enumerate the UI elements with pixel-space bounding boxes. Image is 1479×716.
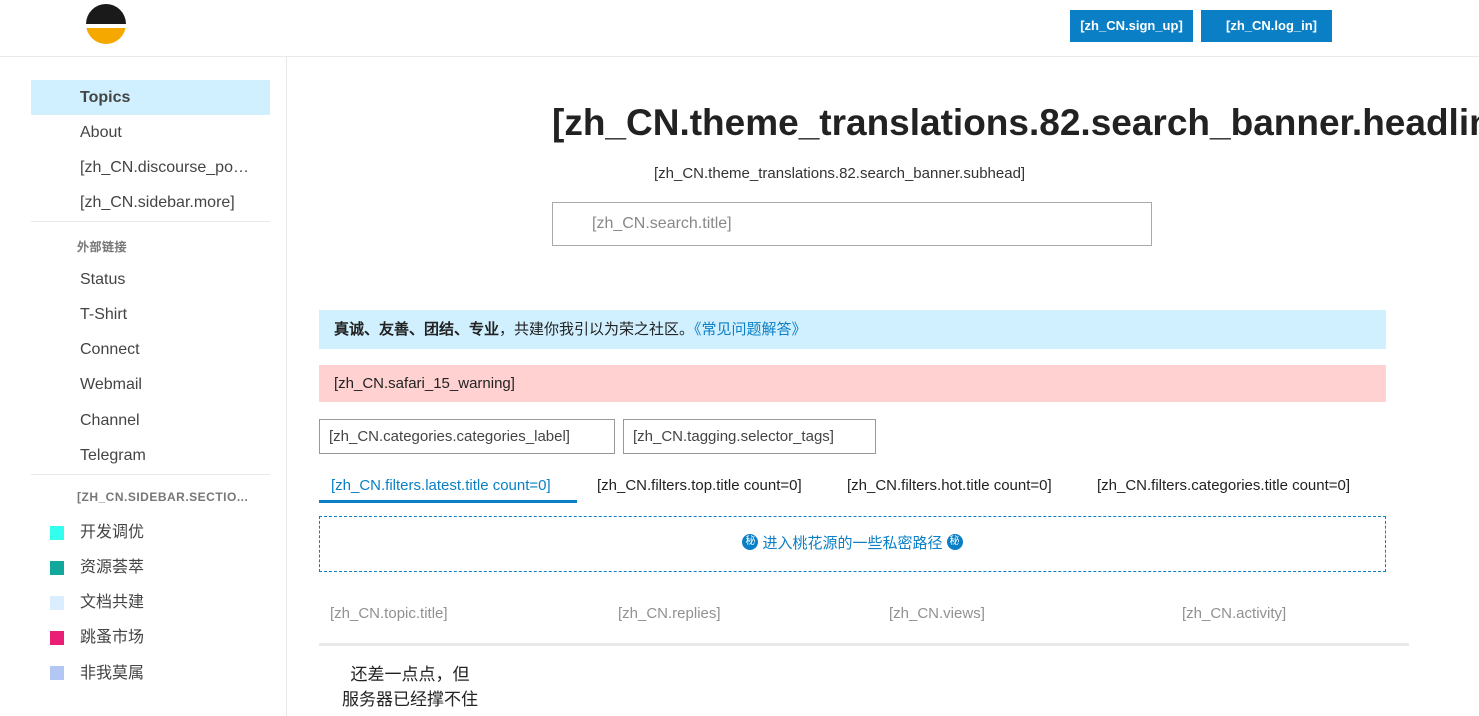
notice-text: ，共建你我引以为荣之社区。: [499, 321, 695, 338]
sidebar-link-telegram[interactable]: Telegram: [31, 438, 270, 473]
column-header-activity[interactable]: [zh_CN.activity]: [1182, 605, 1286, 622]
sidebar-link-channel[interactable]: Channel: [31, 403, 270, 438]
search-banner-subhead: [zh_CN.theme_translations.82.search_bann…: [654, 165, 1026, 182]
tags-dropdown[interactable]: [zh_CN.tagging.selector_tags]: [623, 419, 876, 454]
sidebar-link-status[interactable]: Status: [31, 262, 270, 297]
column-header-topic[interactable]: [zh_CN.topic.title]: [330, 605, 448, 622]
site-logo[interactable]: [86, 4, 126, 44]
sign-up-button[interactable]: [zh_CN.sign_up]: [1070, 10, 1193, 42]
site-header: [zh_CN.sign_up] [zh_CN.log_in]: [0, 0, 1479, 57]
column-header-replies[interactable]: [zh_CN.replies]: [618, 605, 721, 622]
sidebar-item-discourse-posted[interactable]: [zh_CN.discourse_po…: [31, 150, 270, 185]
sidebar-link-connect[interactable]: Connect: [31, 332, 270, 367]
secret-path-text: 进入桃花源的一些私密路径: [762, 535, 943, 552]
community-notice-banner: 真诚、友善、团结、专业，共建你我引以为荣之社区。《常见问题解答》: [319, 310, 1386, 349]
search-banner-headline: [zh_CN.theme_translations.82.search_bann…: [552, 102, 1479, 143]
table-header-divider: [319, 643, 1409, 646]
notice-bold-text: 真诚、友善、团结、专业: [334, 321, 500, 338]
tab-latest[interactable]: [zh_CN.filters.latest.title count=0]: [319, 473, 577, 503]
faq-link[interactable]: 《常见问题解答》: [694, 321, 807, 338]
sidebar-divider: [31, 221, 270, 222]
sidebar-category-3[interactable]: 文档共建: [31, 585, 270, 620]
sidebar-category-4[interactable]: 跳蚤市场: [31, 620, 270, 655]
safari-warning-banner: [zh_CN.safari_15_warning]: [319, 365, 1386, 402]
topic-title-line: 服务器已经撑不住: [342, 690, 478, 709]
tab-categories[interactable]: [zh_CN.filters.categories.title count=0]: [1097, 473, 1350, 503]
secret-path-link[interactable]: 秘进入桃花源的一些私密路径秘: [319, 516, 1386, 572]
tab-hot[interactable]: [zh_CN.filters.hot.title count=0]: [847, 473, 1052, 503]
sidebar-category-1[interactable]: 开发调优: [31, 515, 270, 550]
topic-title-link[interactable]: 还差一点点，但 服务器已经撑不住: [330, 662, 490, 712]
sidebar-link-webmail[interactable]: Webmail: [31, 367, 270, 402]
sidebar-item-more[interactable]: [zh_CN.sidebar.more]: [31, 185, 270, 220]
sidebar-item-topics[interactable]: Topics: [31, 80, 270, 115]
sidebar: Topics About [zh_CN.discourse_po… [zh_CN…: [0, 57, 287, 716]
sidebar-divider: [31, 474, 270, 475]
log-in-button[interactable]: [zh_CN.log_in]: [1201, 10, 1332, 42]
secret-badge-icon: 秘: [946, 534, 963, 551]
sidebar-heading-categories[interactable]: [ZH_CN.SIDEBAR.SECTIO...: [77, 490, 262, 504]
sidebar-item-about[interactable]: About: [31, 115, 270, 150]
tab-top[interactable]: [zh_CN.filters.top.title count=0]: [597, 473, 802, 503]
sidebar-category-2[interactable]: 资源荟萃: [31, 550, 270, 585]
search-input[interactable]: [552, 202, 1152, 246]
topic-title-line: 还差一点点，但: [350, 665, 470, 684]
sidebar-category-5[interactable]: 非我莫属: [31, 656, 270, 691]
sidebar-heading-external-links[interactable]: 外部链接: [77, 238, 262, 255]
sidebar-link-tshirt[interactable]: T-Shirt: [31, 297, 270, 332]
secret-badge-icon: 秘: [742, 534, 759, 551]
column-header-views[interactable]: [zh_CN.views]: [889, 605, 985, 622]
categories-dropdown[interactable]: [zh_CN.categories.categories_label]: [319, 419, 615, 454]
